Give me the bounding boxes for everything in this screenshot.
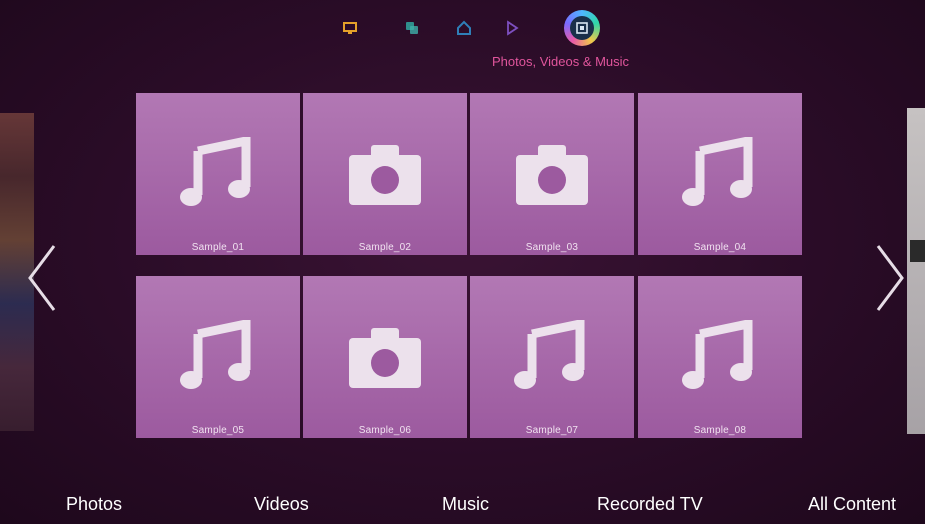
content-tile[interactable]: Sample_08 (638, 276, 802, 438)
next-arrow-icon[interactable] (874, 242, 908, 314)
photos-videos-music-icon[interactable] (564, 10, 600, 46)
camera-icon (516, 145, 588, 205)
tile-caption: Sample_04 (693, 242, 747, 253)
content-tile[interactable]: Sample_06 (303, 276, 467, 438)
tile-caption: Sample_08 (693, 425, 747, 436)
previous-arrow-icon[interactable] (24, 242, 58, 314)
music-note-icon (682, 137, 753, 206)
category-music[interactable]: Music (442, 494, 489, 515)
apps-icon[interactable] (404, 20, 420, 36)
music-note-icon (514, 320, 585, 389)
content-tile[interactable]: Sample_03 (470, 93, 634, 255)
category-all-content[interactable]: All Content (808, 494, 896, 515)
camera-icon (349, 145, 421, 205)
music-note-icon (180, 320, 251, 389)
category-bar: Photos Videos Music Recorded TV All Cont… (0, 480, 925, 524)
category-recorded-tv[interactable]: Recorded TV (597, 494, 703, 515)
home-icon[interactable] (456, 20, 472, 36)
content-tile[interactable]: Sample_07 (470, 276, 634, 438)
next-panel-mark (910, 240, 925, 262)
content-tile[interactable]: Sample_02 (303, 93, 467, 255)
tile-caption: Sample_05 (191, 425, 245, 436)
category-photos[interactable]: Photos (66, 494, 122, 515)
active-section-label: Photos, Videos & Music (492, 54, 630, 69)
next-panel-preview (907, 108, 925, 434)
tile-caption: Sample_06 (358, 425, 412, 436)
tile-caption: Sample_02 (358, 242, 412, 253)
content-tile[interactable]: Sample_05 (136, 276, 300, 438)
camera-icon (349, 328, 421, 388)
music-note-icon (180, 137, 251, 206)
content-tile[interactable]: Sample_04 (638, 93, 802, 255)
content-tile[interactable]: Sample_01 (136, 93, 300, 255)
tile-caption: Sample_07 (525, 425, 579, 436)
music-note-icon (682, 320, 753, 389)
category-videos[interactable]: Videos (254, 494, 309, 515)
tile-caption: Sample_03 (525, 242, 579, 253)
tv-icon[interactable] (342, 20, 358, 36)
top-hub: Photos, Videos & Music (0, 0, 925, 80)
play-icon[interactable] (504, 20, 520, 36)
tile-caption: Sample_01 (191, 242, 245, 253)
